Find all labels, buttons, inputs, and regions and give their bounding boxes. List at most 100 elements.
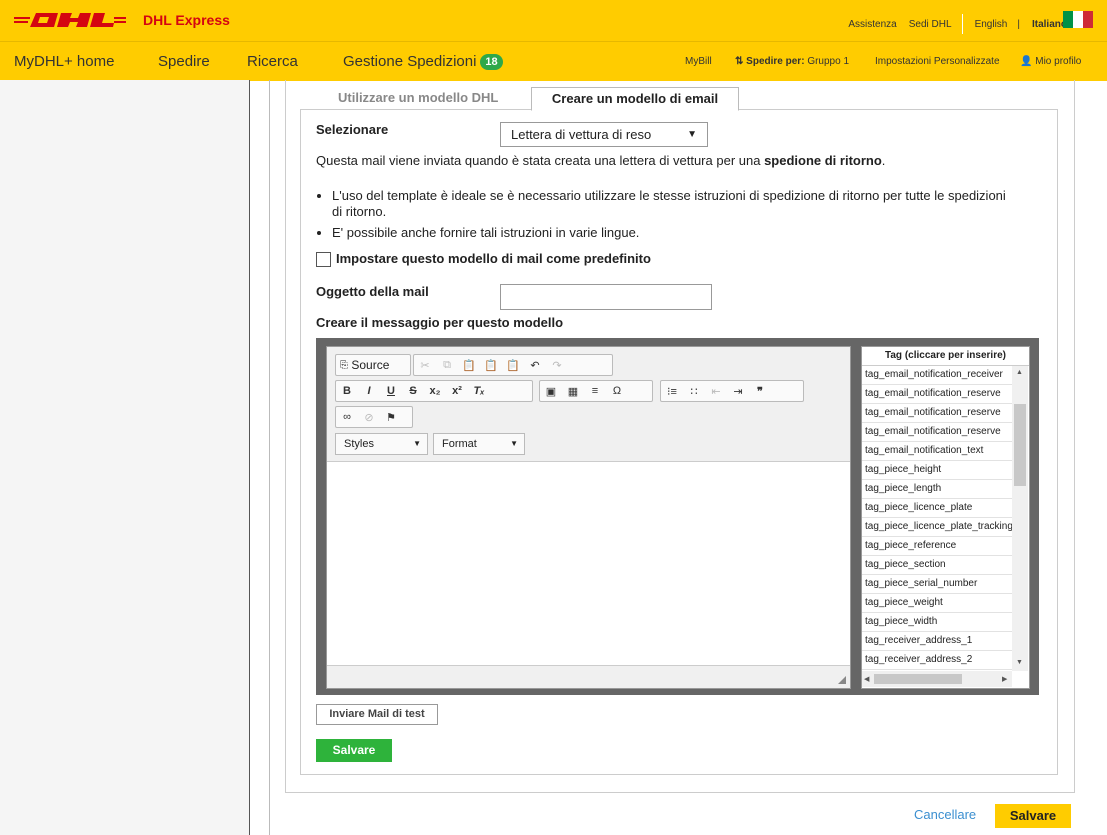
profile-label: Mio profilo xyxy=(1035,56,1082,67)
lang-italian-link[interactable]: Italiano xyxy=(1032,19,1067,30)
indent-icon[interactable]: ⇥ xyxy=(727,385,749,398)
table-icon[interactable]: ▦ xyxy=(562,385,584,398)
save-button[interactable]: Salvare xyxy=(995,804,1071,828)
tag-panel-header: Tag (cliccare per inserire) xyxy=(862,347,1029,366)
tag-horizontal-scrollbar[interactable]: ◀ ▶ xyxy=(862,671,1012,687)
nav-home[interactable]: MyDHL+ home xyxy=(14,53,114,70)
nav-profile[interactable]: 👤 Mio profilo xyxy=(1020,56,1081,67)
strikethrough-icon[interactable]: S xyxy=(402,385,424,397)
remove-format-icon[interactable]: Tₓ xyxy=(468,385,490,397)
bulleted-list-icon[interactable]: ∷ xyxy=(683,385,705,398)
subscript-icon[interactable]: x₂ xyxy=(424,385,446,397)
tag-item[interactable]: tag_piece_length xyxy=(862,480,1012,499)
tag-item[interactable]: tag_email_notification_reserve xyxy=(862,404,1012,423)
special-char-icon[interactable]: Ω xyxy=(606,385,628,397)
tag-item[interactable]: tag_email_notification_receiver xyxy=(862,366,1012,385)
superscript-icon[interactable]: x² xyxy=(446,385,468,397)
tag-panel: Tag (cliccare per inserire) tag_email_no… xyxy=(861,346,1030,689)
tab-dhl-template[interactable]: Utilizzare un modello DHL xyxy=(338,87,498,109)
ship-for-label: Spedire per: xyxy=(746,56,805,67)
tag-item[interactable]: tag_email_notification_reserve xyxy=(862,423,1012,442)
cut-icon[interactable]: ✂ xyxy=(414,359,436,372)
send-test-mail-button[interactable]: Inviare Mail di test xyxy=(316,704,438,725)
chevron-down-icon: ▼ xyxy=(510,439,518,448)
help-link[interactable]: Assistenza xyxy=(848,19,896,30)
tag-item[interactable]: tag_piece_licence_plate xyxy=(862,499,1012,518)
tag-item[interactable]: tag_email_notification_reserve xyxy=(862,385,1012,404)
tag-item[interactable]: tag_piece_section xyxy=(862,556,1012,575)
tag-item[interactable]: tag_piece_weight xyxy=(862,594,1012,613)
default-template-label[interactable]: Impostare questo modello di mail come pr… xyxy=(336,251,651,266)
redo-icon[interactable]: ↷ xyxy=(546,359,568,372)
tag-item[interactable]: tag_piece_serial_number xyxy=(862,575,1012,594)
paste-word-icon[interactable]: 📋 xyxy=(502,359,524,372)
source-label: Source xyxy=(351,358,390,372)
ship-for-arrows-icon: ⇅ xyxy=(735,56,747,67)
format-dropdown[interactable]: Format ▼ xyxy=(433,433,525,455)
scroll-thumb[interactable] xyxy=(874,674,962,684)
format-label: Format xyxy=(442,438,477,450)
scroll-left-icon[interactable]: ◀ xyxy=(864,675,869,683)
nav-search[interactable]: Ricerca xyxy=(247,53,298,70)
nav-ship[interactable]: Spedire xyxy=(158,53,210,70)
description-emphasis: spedione di ritorno xyxy=(764,153,882,168)
paste-icon[interactable]: 📋 xyxy=(458,359,480,372)
dhl-logo[interactable] xyxy=(14,10,126,30)
nav-mybill[interactable]: MyBill xyxy=(685,56,712,67)
link-icon[interactable]: ∞ xyxy=(336,411,358,423)
styles-dropdown[interactable]: Styles ▼ xyxy=(335,433,428,455)
underline-icon[interactable]: U xyxy=(380,385,402,397)
shipments-count-badge: 18 xyxy=(480,54,503,70)
tag-item[interactable]: tag_receiver_address_2 xyxy=(862,651,1012,670)
nav-ship-for[interactable]: ⇅ Spedire per: Gruppo 1 xyxy=(735,56,849,67)
tab-email-template[interactable]: Creare un modello di email xyxy=(531,87,739,111)
ship-for-value: Gruppo 1 xyxy=(807,56,850,67)
nav-settings[interactable]: Impostazioni Personalizzate xyxy=(875,56,1000,67)
template-type-select[interactable]: Lettera di vettura di reso ▼ xyxy=(500,122,708,147)
cancel-link[interactable]: Cancellare xyxy=(914,807,976,822)
numbered-list-icon[interactable]: ⁝≡ xyxy=(661,385,683,398)
scroll-right-icon[interactable]: ▶ xyxy=(1002,675,1007,683)
save-template-button[interactable]: Salvare xyxy=(316,739,392,762)
anchor-flag-icon[interactable]: ⚑ xyxy=(380,411,402,424)
horizontal-line-icon[interactable]: ≡ xyxy=(584,385,606,397)
divider-pipe: | xyxy=(1017,18,1020,30)
paste-text-icon[interactable]: 📋 xyxy=(480,359,502,372)
description-text: Questa mail viene inviata quando è stata… xyxy=(316,153,886,168)
blockquote-icon[interactable]: ❞ xyxy=(749,385,771,398)
nav-manage-shipments[interactable]: Gestione Spedizioni 18 xyxy=(343,53,503,70)
tag-item[interactable]: tag_piece_width xyxy=(862,613,1012,632)
tag-item[interactable]: tag_piece_height xyxy=(862,461,1012,480)
outdent-icon[interactable]: ⇤ xyxy=(705,385,727,398)
lang-english-link[interactable]: English xyxy=(975,19,1008,30)
info-bullets: L'uso del template è ideale se è necessa… xyxy=(316,188,1016,246)
editor-content-area[interactable] xyxy=(327,462,850,666)
copy-icon[interactable]: ⧉ xyxy=(436,359,458,372)
tag-item[interactable]: tag_piece_reference xyxy=(862,537,1012,556)
insert-group: ▣ ▦ ≡ Ω xyxy=(539,380,653,402)
tag-item[interactable]: tag_piece_licence_plate_tracking xyxy=(862,518,1012,537)
italy-flag-icon[interactable] xyxy=(1063,11,1093,28)
dropdown-arrow-icon: ▼ xyxy=(687,129,697,140)
undo-icon[interactable]: ↶ xyxy=(524,359,546,372)
scroll-down-icon[interactable]: ▼ xyxy=(1016,659,1023,666)
tag-item[interactable]: tag_email_notification_text xyxy=(862,442,1012,461)
source-button[interactable]: ⎘ Source xyxy=(335,354,411,376)
tag-vertical-scrollbar[interactable]: ▲ ▼ xyxy=(1012,366,1028,671)
bold-icon[interactable]: B xyxy=(336,385,358,397)
subject-input[interactable] xyxy=(500,284,712,310)
default-template-checkbox[interactable] xyxy=(316,252,331,267)
format-group: B I U S x₂ x² Tₓ xyxy=(335,380,533,402)
scroll-thumb[interactable] xyxy=(1014,404,1026,486)
image-icon[interactable]: ▣ xyxy=(540,385,562,398)
chevron-down-icon: ▼ xyxy=(413,439,421,448)
list-item: E' possibile anche fornire tali istruzio… xyxy=(332,225,1016,241)
unlink-icon[interactable]: ⊘ xyxy=(358,411,380,424)
resize-handle-icon[interactable] xyxy=(838,676,846,684)
locations-link[interactable]: Sedi DHL xyxy=(909,19,952,30)
link-group: ∞ ⊘ ⚑ xyxy=(335,406,413,428)
tag-item[interactable]: tag_receiver_address_1 xyxy=(862,632,1012,651)
select-value: Lettera di vettura di reso xyxy=(511,127,652,142)
scroll-up-icon[interactable]: ▲ xyxy=(1016,369,1023,376)
italic-icon[interactable]: I xyxy=(358,385,380,397)
